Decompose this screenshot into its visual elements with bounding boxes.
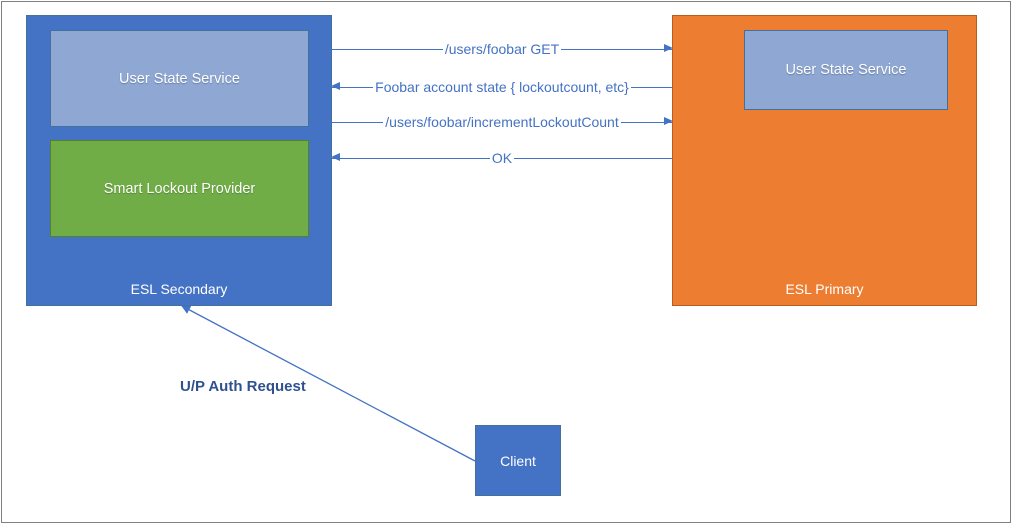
esl-secondary-caption: ESL Secondary: [26, 281, 332, 297]
arrow-increment-lockout-label: /users/foobar/incrementLockoutCount: [383, 114, 620, 130]
arrow-ok-label: OK: [490, 150, 514, 166]
auth-request-label: U/P Auth Request: [180, 378, 306, 395]
esl-primary-caption: ESL Primary: [672, 281, 977, 297]
smart-lockout-provider-label: Smart Lockout Provider: [104, 181, 256, 197]
user-state-service-label: User State Service: [119, 71, 240, 87]
arrow-ok: OK: [332, 149, 672, 167]
user-state-service-secondary: User State Service: [50, 30, 309, 127]
user-state-service-label: User State Service: [786, 62, 907, 78]
arrow-account-state-label: Foobar account state { lockoutcount, etc…: [373, 79, 631, 95]
client-label: Client: [500, 453, 536, 469]
arrow-get-users-label: /users/foobar GET: [443, 41, 561, 57]
arrow-increment-lockout: /users/foobar/incrementLockoutCount: [332, 113, 672, 131]
arrow-get-users: /users/foobar GET: [332, 40, 672, 58]
user-state-service-primary: User State Service: [744, 30, 948, 110]
smart-lockout-provider-box: Smart Lockout Provider: [50, 140, 309, 237]
client-box: Client: [475, 425, 561, 496]
diagram-frame: User State Service Smart Lockout Provide…: [1, 1, 1011, 523]
arrow-account-state: Foobar account state { lockoutcount, etc…: [332, 78, 672, 96]
